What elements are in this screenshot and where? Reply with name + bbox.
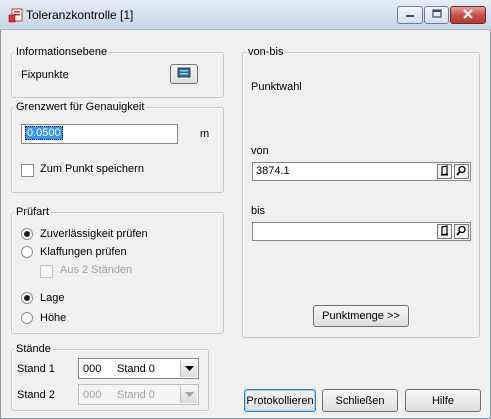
hoehe-label[interactable]: Höhe: [40, 312, 66, 324]
save-to-point-label[interactable]: Zum Punkt speichern: [40, 163, 144, 175]
zuverlaessigkeit-label[interactable]: Zuverlässigkeit prüfen: [40, 228, 148, 240]
stand2-select[interactable]: 000 Stand 0: [78, 384, 199, 405]
von-search-button[interactable]: [454, 164, 469, 179]
close-button[interactable]: [450, 6, 486, 24]
radio-lage[interactable]: [21, 292, 33, 304]
chevron-down-icon[interactable]: [180, 386, 197, 403]
stand1-label: Stand 1: [17, 363, 55, 375]
layer-picker-icon: [177, 67, 191, 82]
staende-legend: Stände: [14, 343, 53, 355]
magnifier-icon: [456, 225, 467, 239]
stand2-name: Stand 0: [117, 389, 155, 401]
pencil-icon: [440, 224, 449, 239]
stand1-code: 000: [83, 363, 102, 375]
tolerance-input[interactable]: 0.0500: [21, 124, 178, 144]
hilfe-button[interactable]: Hilfe: [405, 389, 481, 412]
radio-klaffungen[interactable]: [21, 246, 33, 258]
minimize-button[interactable]: [397, 6, 423, 24]
minimize-icon: [405, 9, 415, 21]
pencil-icon: [440, 164, 449, 179]
vonbis-legend: von-bis: [246, 46, 286, 58]
tolerance-value: 0.0500: [25, 126, 63, 140]
save-to-point-checkbox[interactable]: [21, 164, 34, 177]
stand2-label: Stand 2: [17, 389, 55, 401]
radio-selected-dot: [24, 295, 30, 301]
info-value: Fixpunkte: [21, 69, 69, 81]
bis-search-button[interactable]: [454, 224, 469, 239]
punktmenge-button[interactable]: Punktmenge >>: [313, 305, 409, 327]
stand1-select[interactable]: 000 Stand 0: [78, 358, 199, 379]
tolerance-unit: m: [200, 128, 210, 140]
radio-zuverlaessigkeit[interactable]: [21, 228, 33, 240]
vonbis-group: [242, 52, 480, 338]
layer-picker-button[interactable]: [170, 64, 198, 84]
maximize-button[interactable]: [424, 6, 449, 24]
app-document-icon: [8, 8, 23, 23]
window-title: Toleranzkontrolle [1]: [26, 8, 134, 22]
klaffungen-label[interactable]: Klaffungen prüfen: [40, 246, 127, 258]
aus-2-staenden-checkbox[interactable]: [40, 265, 53, 278]
chevron-down-icon[interactable]: [180, 360, 197, 377]
lage-label[interactable]: Lage: [40, 292, 64, 304]
close-icon: [462, 8, 474, 22]
radio-hoehe[interactable]: [21, 312, 33, 324]
punktwahl-heading: Punktwahl: [251, 81, 302, 93]
info-legend: Informationsebene: [14, 46, 110, 58]
aus-2-staenden-label: Aus 2 Ständen: [60, 264, 133, 276]
stand2-code: 000: [83, 389, 102, 401]
bis-label: bis: [251, 205, 266, 217]
von-value: 3874.1: [256, 165, 290, 177]
von-pick-button[interactable]: [437, 164, 452, 179]
grenzwert-group: [11, 107, 224, 193]
maximize-icon: [431, 9, 442, 21]
von-label: von: [251, 145, 269, 157]
schliessen-button[interactable]: Schließen: [322, 389, 398, 412]
stand1-name: Stand 0: [117, 363, 155, 375]
bis-pick-button[interactable]: [437, 224, 452, 239]
grenzwert-legend: Grenzwert für Genauigkeit: [14, 101, 147, 113]
radio-selected-dot: [24, 231, 30, 237]
protokollieren-label: Protokollieren: [246, 394, 314, 407]
punktmenge-label: Punktmenge >>: [322, 310, 400, 322]
pruefart-legend: Prüfart: [14, 206, 52, 218]
hilfe-label: Hilfe: [431, 394, 454, 407]
schliessen-label: Schließen: [335, 394, 385, 407]
magnifier-icon: [456, 165, 467, 179]
protokollieren-button[interactable]: Protokollieren: [244, 389, 316, 412]
